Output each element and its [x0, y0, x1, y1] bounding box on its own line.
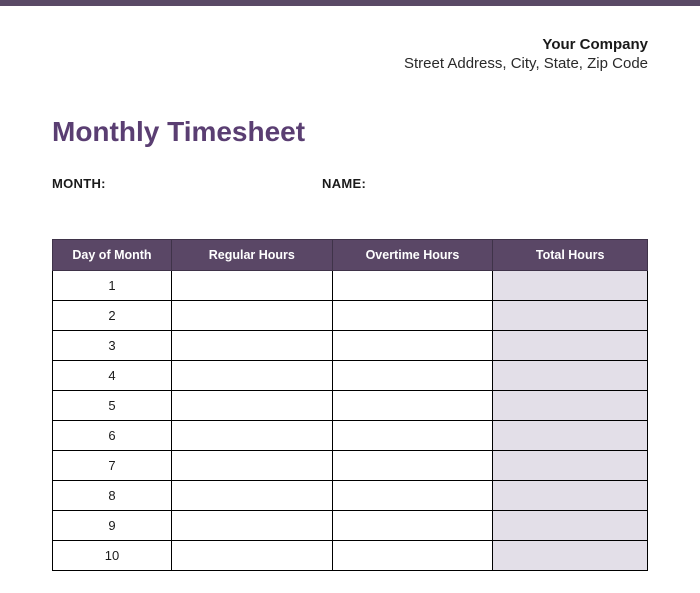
cell-overtime-hours[interactable] — [332, 481, 493, 511]
cell-total-hours — [493, 301, 648, 331]
cell-regular-hours[interactable] — [172, 271, 333, 301]
cell-day: 3 — [53, 331, 172, 361]
col-header-day: Day of Month — [53, 240, 172, 271]
cell-regular-hours[interactable] — [172, 391, 333, 421]
cell-total-hours — [493, 361, 648, 391]
col-header-overtime: Overtime Hours — [332, 240, 493, 271]
cell-overtime-hours[interactable] — [332, 451, 493, 481]
table-row: 2 — [53, 301, 648, 331]
cell-regular-hours[interactable] — [172, 331, 333, 361]
cell-overtime-hours[interactable] — [332, 541, 493, 571]
cell-day: 7 — [53, 451, 172, 481]
table-row: 4 — [53, 361, 648, 391]
cell-day: 5 — [53, 391, 172, 421]
company-info: Your Company Street Address, City, State… — [52, 36, 648, 72]
page-title: Monthly Timesheet — [52, 116, 648, 148]
cell-overtime-hours[interactable] — [332, 331, 493, 361]
table-row: 3 — [53, 331, 648, 361]
company-name: Your Company — [52, 36, 648, 53]
cell-total-hours — [493, 391, 648, 421]
cell-regular-hours[interactable] — [172, 361, 333, 391]
cell-total-hours — [493, 541, 648, 571]
timesheet-table: Day of Month Regular Hours Overtime Hour… — [52, 239, 648, 571]
document-page: Your Company Street Address, City, State… — [0, 6, 700, 571]
cell-overtime-hours[interactable] — [332, 301, 493, 331]
table-row: 7 — [53, 451, 648, 481]
cell-regular-hours[interactable] — [172, 301, 333, 331]
cell-regular-hours[interactable] — [172, 511, 333, 541]
cell-day: 2 — [53, 301, 172, 331]
cell-overtime-hours[interactable] — [332, 271, 493, 301]
cell-total-hours — [493, 451, 648, 481]
cell-regular-hours[interactable] — [172, 541, 333, 571]
month-label: MONTH: — [52, 176, 322, 191]
cell-total-hours — [493, 511, 648, 541]
cell-overtime-hours[interactable] — [332, 421, 493, 451]
col-header-regular: Regular Hours — [172, 240, 333, 271]
meta-fields: MONTH: NAME: — [52, 176, 648, 191]
cell-total-hours — [493, 481, 648, 511]
cell-regular-hours[interactable] — [172, 451, 333, 481]
cell-total-hours — [493, 271, 648, 301]
cell-day: 4 — [53, 361, 172, 391]
cell-day: 10 — [53, 541, 172, 571]
cell-day: 8 — [53, 481, 172, 511]
table-row: 8 — [53, 481, 648, 511]
table-row: 9 — [53, 511, 648, 541]
cell-day: 1 — [53, 271, 172, 301]
cell-overtime-hours[interactable] — [332, 391, 493, 421]
cell-day: 9 — [53, 511, 172, 541]
cell-total-hours — [493, 421, 648, 451]
company-address: Street Address, City, State, Zip Code — [52, 55, 648, 72]
cell-overtime-hours[interactable] — [332, 361, 493, 391]
table-row: 6 — [53, 421, 648, 451]
cell-day: 6 — [53, 421, 172, 451]
table-row: 1 — [53, 271, 648, 301]
table-header-row: Day of Month Regular Hours Overtime Hour… — [53, 240, 648, 271]
cell-regular-hours[interactable] — [172, 481, 333, 511]
table-row: 10 — [53, 541, 648, 571]
name-label: NAME: — [322, 176, 366, 191]
cell-overtime-hours[interactable] — [332, 511, 493, 541]
cell-total-hours — [493, 331, 648, 361]
col-header-total: Total Hours — [493, 240, 648, 271]
cell-regular-hours[interactable] — [172, 421, 333, 451]
table-row: 5 — [53, 391, 648, 421]
